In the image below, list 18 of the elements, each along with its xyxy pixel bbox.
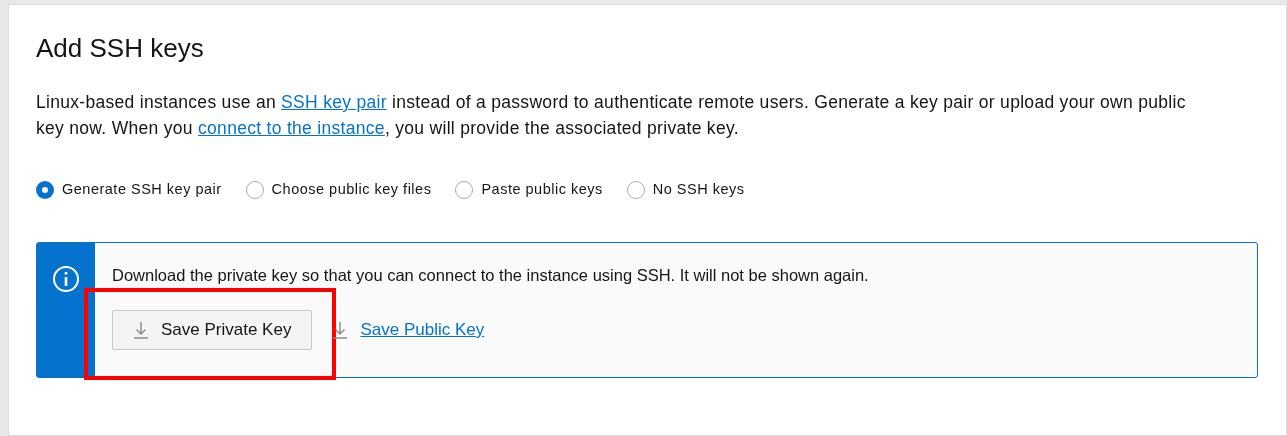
radio-option[interactable]: Paste public keys bbox=[455, 179, 603, 201]
download-icon bbox=[133, 320, 149, 339]
section-title: Add SSH keys bbox=[36, 33, 205, 63]
info-icon bbox=[52, 264, 80, 293]
description: Linux-based instances use an SSH key pair instead of a password to authenticate remote users. Generate a key pair or upload your own public key now. When you connect to the instance, you will provide the associated private key. bbox=[36, 91, 1187, 140]
radio-option[interactable]: Choose public key files bbox=[245, 179, 432, 201]
link[interactable]: connect to the instance bbox=[198, 118, 385, 138]
radio-button[interactable] bbox=[455, 180, 474, 199]
save-public-key-link[interactable]: Save Public Key bbox=[360, 316, 485, 343]
notice-message: Download the private key so that you can connect to the instance using SSH. It will not be shown again. bbox=[112, 264, 869, 286]
link[interactable]: SSH key pair bbox=[281, 92, 387, 112]
radio-button[interactable] bbox=[626, 180, 645, 199]
radio-button[interactable] bbox=[245, 180, 264, 199]
radio-option[interactable]: No SSH keys bbox=[626, 179, 745, 201]
radio-button[interactable] bbox=[36, 180, 54, 199]
save-private-key-button[interactable]: Save Private Key bbox=[112, 309, 313, 350]
radio-option[interactable]: Generate SSH key pair bbox=[36, 179, 222, 201]
download-icon bbox=[332, 320, 349, 339]
